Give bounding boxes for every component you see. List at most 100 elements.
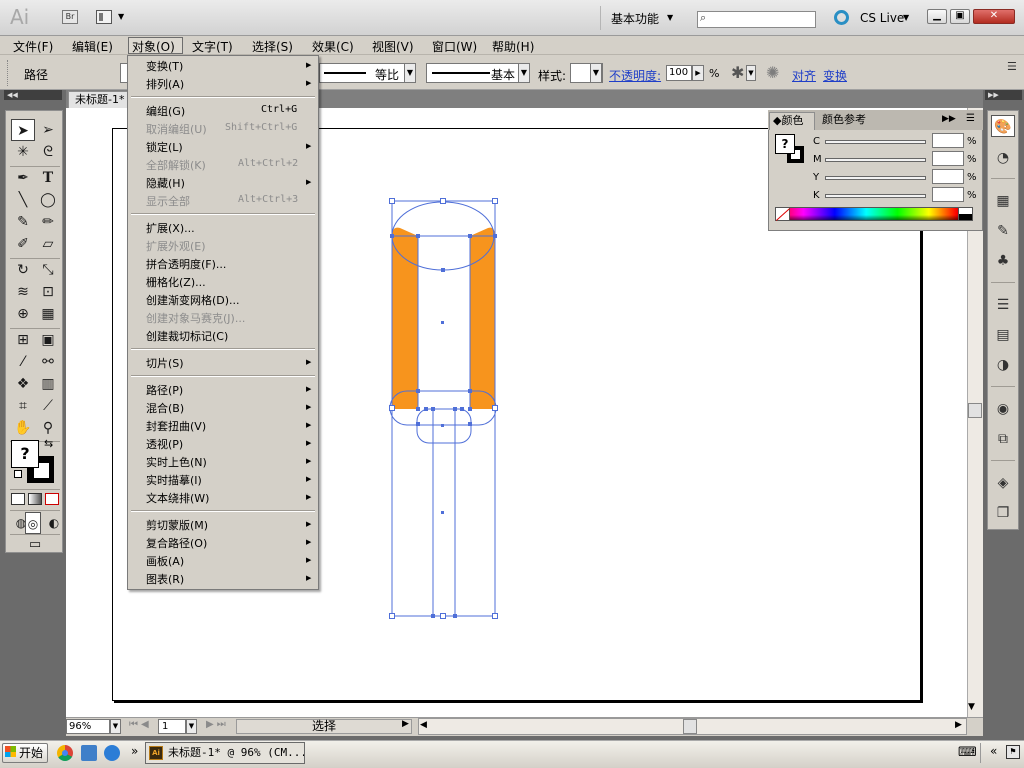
color-panel-icon[interactable]: 🎨 bbox=[991, 115, 1015, 137]
channel-c-slider[interactable] bbox=[825, 140, 926, 144]
submenu-arrow-icon: ▶ bbox=[306, 493, 312, 501]
menu-item-artboards[interactable]: 画板(A) bbox=[146, 553, 184, 569]
menu-item-ungroup[interactable]: 取消编组(U) bbox=[146, 121, 207, 137]
submenu-arrow-icon: ▶ bbox=[306, 385, 312, 393]
menu-item-group[interactable]: 编组(G) bbox=[146, 103, 185, 119]
menu-item-path[interactable]: 路径(P) bbox=[146, 382, 183, 398]
channel-k-slider[interactable] bbox=[825, 194, 926, 198]
notification-icon[interactable]: ⚑ bbox=[1006, 745, 1020, 759]
submenu-arrow-icon: ▶ bbox=[306, 475, 312, 483]
stroke-icon[interactable]: ☰ bbox=[991, 294, 1015, 316]
channel-k-label: K bbox=[813, 190, 820, 201]
menu-item-rasterize[interactable]: 栅格化(Z)... bbox=[146, 274, 206, 290]
menu-item-text-wrap[interactable]: 文本绕排(W) bbox=[146, 490, 209, 506]
menu-item-expand-appearance[interactable]: 扩展外观(E) bbox=[146, 238, 206, 254]
artboards-icon[interactable]: ❐ bbox=[991, 502, 1015, 524]
black-white-swatch[interactable] bbox=[958, 207, 973, 221]
orange-right-bar bbox=[470, 236, 495, 409]
menu-item-show-all[interactable]: 显示全部 bbox=[146, 193, 190, 209]
quicklaunch-more-icon[interactable]: » bbox=[131, 744, 138, 758]
channel-y-slider[interactable] bbox=[825, 176, 926, 180]
channel-y-input[interactable] bbox=[932, 169, 964, 184]
menu-item-gradient-mesh[interactable]: 创建渐变网格(D)... bbox=[146, 292, 240, 308]
submenu-arrow-icon: ▶ bbox=[306, 178, 312, 186]
menu-item-arrange[interactable]: 排列(A) bbox=[146, 76, 184, 92]
menu-item-blend[interactable]: 混合(B) bbox=[146, 400, 184, 416]
submenu-arrow-icon: ▶ bbox=[306, 556, 312, 564]
channel-c-input[interactable] bbox=[932, 133, 964, 148]
menu-item-object-mosaic[interactable]: 创建对象马赛克(J)... bbox=[146, 310, 245, 326]
menu-item-perspective[interactable]: 透视(P) bbox=[146, 436, 183, 452]
color-spectrum[interactable] bbox=[775, 207, 973, 221]
menu-item-expand[interactable]: 扩展(X)... bbox=[146, 220, 195, 236]
windows-logo-icon bbox=[5, 746, 16, 757]
expand-panel-icon[interactable]: ▶▶ bbox=[942, 114, 956, 124]
menu-item-hide[interactable]: 隐藏(H) bbox=[146, 175, 185, 191]
menu-item-lock[interactable]: 锁定(L) bbox=[146, 139, 183, 155]
vertical-scroll-thumb[interactable] bbox=[968, 403, 982, 418]
panel-icons-column bbox=[987, 110, 1019, 530]
divider bbox=[980, 743, 981, 763]
submenu-arrow-icon: ▶ bbox=[306, 439, 312, 447]
channel-m-input[interactable] bbox=[932, 151, 964, 166]
keyboard-icon[interactable]: ⌨ bbox=[958, 745, 977, 760]
document-icon[interactable] bbox=[81, 745, 97, 761]
menu-item-live-trace[interactable]: 实时描摹(I) bbox=[146, 472, 202, 488]
orange-shape[interactable] bbox=[392, 227, 495, 409]
channel-k-input[interactable] bbox=[932, 187, 964, 202]
menu-item-compound-path[interactable]: 复合路径(O) bbox=[146, 535, 207, 551]
scroll-left-icon[interactable]: ◀ bbox=[420, 720, 427, 730]
channel-k-unit: % bbox=[967, 190, 977, 201]
scroll-right-icon[interactable]: ▶ bbox=[955, 720, 962, 730]
zoom-level-input[interactable]: 96% bbox=[66, 719, 110, 734]
shortcut-ungroup: Shift+Ctrl+G bbox=[225, 122, 298, 133]
previous-artboard-icon[interactable]: ⏮◀ bbox=[129, 719, 152, 730]
status-menu-icon[interactable]: ▶ bbox=[402, 719, 409, 729]
channel-m-unit: % bbox=[967, 154, 977, 165]
transparency-icon[interactable]: ◑ bbox=[991, 354, 1015, 376]
menu-item-envelope-distort[interactable]: 封套扭曲(V) bbox=[146, 418, 206, 434]
tab-color-guide[interactable]: 颜色参考 bbox=[818, 112, 866, 128]
dock-expand-bar[interactable]: ▶▶ bbox=[985, 90, 1022, 100]
menu-item-unlock-all[interactable]: 全部解锁(K) bbox=[146, 157, 206, 173]
layers-icon[interactable]: ◈ bbox=[991, 472, 1015, 494]
menu-item-flatten-transparency[interactable]: 拼合透明度(F)... bbox=[146, 256, 226, 272]
symbols-icon[interactable]: ♣ bbox=[991, 250, 1015, 272]
menu-item-slice[interactable]: 切片(S) bbox=[146, 355, 184, 371]
shortcut-show-all: Alt+Ctrl+3 bbox=[238, 194, 299, 205]
chrome-icon[interactable] bbox=[57, 745, 73, 761]
brushes-icon[interactable]: ✎ bbox=[991, 220, 1015, 242]
menu-item-live-paint[interactable]: 实时上色(N) bbox=[146, 454, 207, 470]
swatches-icon[interactable]: ▦ bbox=[991, 190, 1015, 212]
tray-expand-icon[interactable]: « bbox=[990, 744, 997, 758]
channel-c-label: C bbox=[813, 136, 820, 147]
submenu-arrow-icon: ▶ bbox=[306, 574, 312, 582]
submenu-arrow-icon: ▶ bbox=[306, 358, 312, 366]
next-artboard-icon[interactable]: ▶⏭ bbox=[206, 719, 229, 730]
graphic-styles-icon[interactable]: ⧉ bbox=[991, 428, 1015, 450]
menu-item-graph[interactable]: 图表(R) bbox=[146, 571, 184, 587]
artboard-number-input[interactable]: 1 bbox=[158, 719, 186, 734]
appearance-icon[interactable]: ◉ bbox=[991, 398, 1015, 420]
scroll-down-icon[interactable]: ▼ bbox=[968, 702, 975, 712]
orange-left-bar bbox=[392, 236, 418, 409]
chevron-down-icon[interactable]: ▼ bbox=[186, 719, 197, 734]
gradient-icon[interactable]: ▤ bbox=[991, 324, 1015, 346]
chevron-down-icon[interactable]: ▼ bbox=[110, 719, 121, 734]
menu-item-transform[interactable]: 变换(T) bbox=[146, 58, 183, 74]
channel-m-slider[interactable] bbox=[825, 158, 926, 162]
submenu-arrow-icon: ▶ bbox=[306, 520, 312, 528]
horizontal-scroll-thumb[interactable] bbox=[683, 719, 697, 734]
none-swatch[interactable] bbox=[775, 207, 790, 221]
internet-explorer-icon[interactable] bbox=[104, 745, 120, 761]
menu-item-clipping-mask[interactable]: 剪切蒙版(M) bbox=[146, 517, 208, 533]
color-panel-fill-box[interactable]: ? bbox=[775, 134, 795, 154]
menu-item-crop-marks[interactable]: 创建裁切标记(C) bbox=[146, 328, 228, 344]
submenu-arrow-icon: ▶ bbox=[306, 61, 312, 69]
taskbar-window-button[interactable]: 未标题-1* @ 96% (CM... bbox=[145, 742, 305, 764]
channel-y-unit: % bbox=[967, 172, 977, 183]
color-guide-icon[interactable]: ◔ bbox=[991, 147, 1015, 169]
status-display[interactable]: 选择 bbox=[236, 719, 412, 734]
tab-color[interactable]: ◆颜色 bbox=[769, 112, 815, 130]
panel-menu-icon[interactable]: ☰ bbox=[966, 113, 975, 124]
